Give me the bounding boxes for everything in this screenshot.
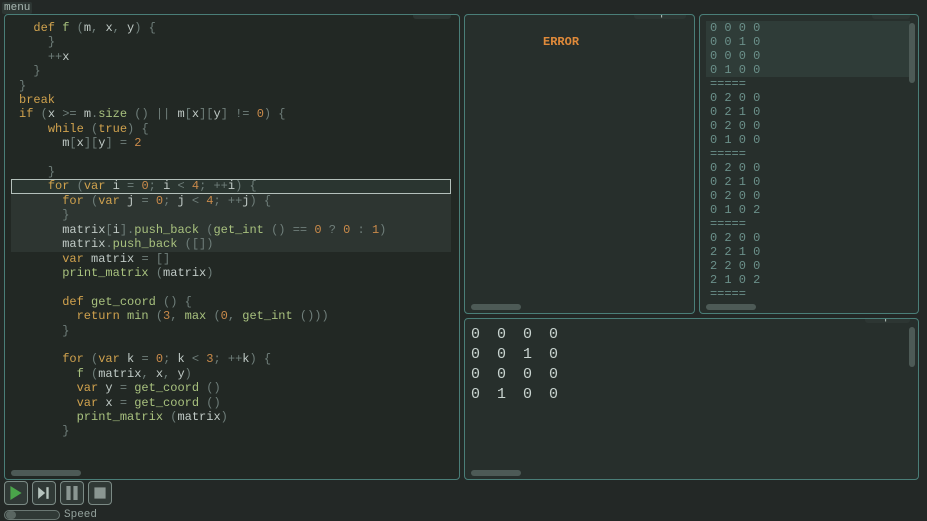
input-panel-title: Input [865,318,910,323]
goal-line: ===== [706,287,910,299]
code-line[interactable]: } [11,64,451,78]
code-editor[interactable]: def f (m, x, y) { } ++x }}breakif (x >= … [11,21,451,465]
code-panel-title: Code [413,14,451,19]
code-panel: Code def f (m, x, y) { } ++x }}breakif (… [4,14,460,480]
speed-label: Speed [64,509,97,521]
input-vscroll[interactable] [909,327,915,367]
stop-button[interactable] [88,481,112,505]
code-line[interactable]: while (true) { [11,122,451,136]
code-line[interactable]: } [11,324,451,338]
code-line[interactable]: matrix.push_back ([]) [11,237,451,251]
code-line[interactable]: f (matrix, x, y) [11,367,451,381]
goal-line: 0 0 1 0 [706,35,910,49]
speed-slider[interactable] [4,510,60,520]
code-line[interactable] [11,280,451,294]
code-line[interactable]: var matrix = [] [11,252,451,266]
code-hscroll[interactable] [11,470,81,476]
goal-line: 0 2 0 0 [706,231,910,245]
goal-panel: Goal 0 0 0 00 0 1 00 0 0 00 1 0 0=====0 … [699,14,919,314]
input-panel: Input 0 0 0 0 0 0 1 0 0 0 0 0 0 1 0 0 [464,318,919,480]
code-line[interactable]: ++x [11,50,451,64]
goal-line: ===== [706,147,910,161]
code-line[interactable]: for (var k = 0; k < 3; ++k) { [11,352,451,366]
goal-line: 0 2 0 0 [706,119,910,133]
output-panel: Output ERROR [464,14,695,314]
workspace: Code def f (m, x, y) { } ++x }}breakif (… [0,14,927,480]
menu-bar: menu [0,0,927,14]
code-line[interactable]: print_matrix (matrix) [11,266,451,280]
code-line[interactable]: } [11,208,451,222]
goal-panel-title: Goal [872,14,910,19]
goal-line: 2 2 0 0 [706,259,910,273]
code-line[interactable]: m[x][y] = 2 [11,136,451,150]
goal-line: 0 2 0 0 [706,91,910,105]
input-body: 0 0 0 0 0 0 1 0 0 0 0 0 0 1 0 0 [471,325,910,465]
controls-bar: Speed [0,480,927,518]
goal-line: 0 1 0 0 [706,133,910,147]
goal-line: 2 1 0 2 [706,273,910,287]
code-line[interactable] [11,338,451,352]
code-line[interactable] [11,151,451,165]
input-hscroll[interactable] [471,470,521,476]
goal-line: 0 1 0 2 [706,203,910,217]
code-line[interactable]: } [11,165,451,179]
code-line[interactable]: return min (3, max (0, get_int ())) [11,309,451,323]
goal-line: 0 2 1 0 [706,175,910,189]
goal-line: 0 2 1 0 [706,105,910,119]
code-line[interactable]: for (var j = 0; j < 4; ++j) { [11,194,451,208]
code-line[interactable]: } [11,79,451,93]
goal-line: ===== [706,77,910,91]
code-line[interactable]: var x = get_coord () [11,396,451,410]
step-button[interactable] [32,481,56,505]
code-line[interactable]: def get_coord () { [11,295,451,309]
menu-button[interactable]: menu [2,2,32,14]
code-line[interactable]: print_matrix (matrix) [11,410,451,424]
code-line[interactable]: break [11,93,451,107]
output-panel-title: Output [634,14,686,19]
code-line[interactable]: for (var i = 0; i < 4; ++i) { [11,179,451,193]
goal-line: 0 1 0 0 [706,63,910,77]
goal-line: 2 2 1 0 [706,245,910,259]
goal-body: 0 0 0 00 0 1 00 0 0 00 1 0 0=====0 2 0 0… [706,21,910,299]
code-line[interactable]: var y = get_coord () [11,381,451,395]
run-button[interactable] [4,481,28,505]
output-body: ERROR [471,21,686,299]
code-line[interactable]: def f (m, x, y) { [11,21,451,35]
goal-vscroll[interactable] [909,23,915,83]
code-line[interactable]: } [11,35,451,49]
code-line[interactable]: } [11,424,451,438]
goal-line: 0 0 0 0 [706,49,910,63]
goal-line: 0 2 0 0 [706,189,910,203]
goal-line: 0 0 0 0 [706,21,910,35]
code-line[interactable]: matrix[i].push_back (get_int () == 0 ? 0… [11,223,451,237]
output-error-text: ERROR [543,35,579,49]
code-line[interactable]: if (x >= m.size () || m[x][y] != 0) { [11,107,451,121]
goal-line: 0 2 0 0 [706,161,910,175]
output-hscroll[interactable] [471,304,521,310]
goal-line: ===== [706,217,910,231]
goal-hscroll[interactable] [706,304,756,310]
pause-button[interactable] [60,481,84,505]
